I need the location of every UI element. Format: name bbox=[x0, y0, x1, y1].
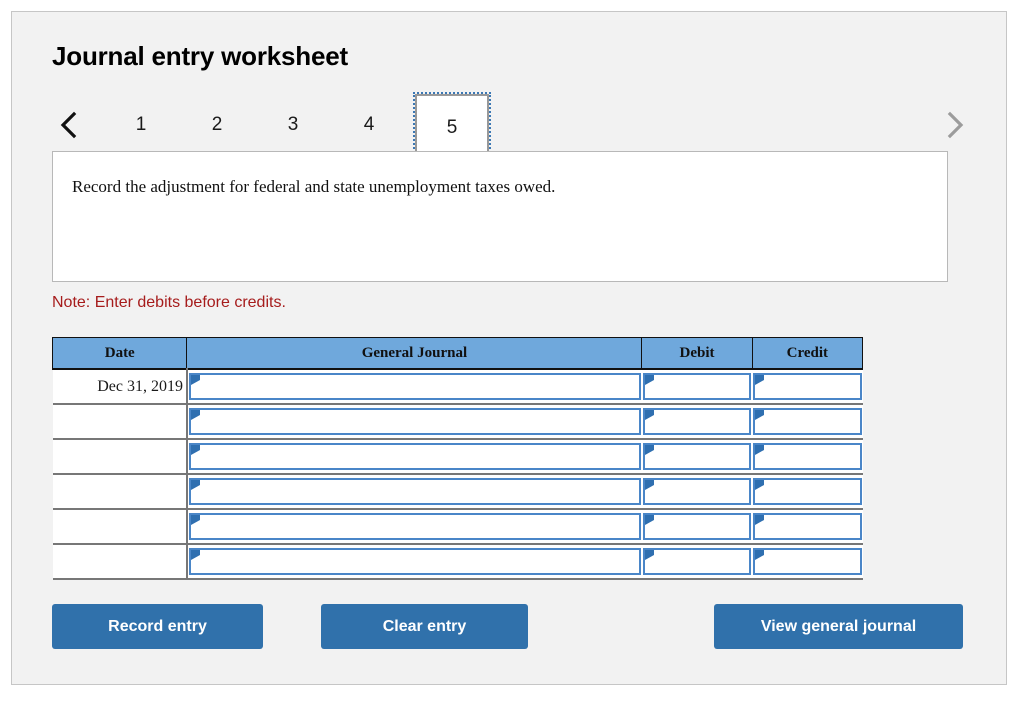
worksheet-tab-1[interactable]: 1 bbox=[115, 99, 167, 151]
account-cell-5[interactable] bbox=[186, 509, 642, 545]
debit-input-5[interactable] bbox=[642, 513, 752, 540]
debit-cell-1[interactable] bbox=[641, 368, 753, 405]
column-header-general-journal: General Journal bbox=[186, 337, 643, 370]
date-cell-2 bbox=[52, 404, 188, 440]
account-input-4[interactable] bbox=[188, 478, 641, 505]
instruction-box: Record the adjustment for federal and st… bbox=[52, 151, 948, 282]
chevron-left-icon bbox=[60, 111, 77, 139]
worksheet-tab-3-label: 3 bbox=[287, 114, 299, 135]
credit-cell-5[interactable] bbox=[752, 509, 863, 545]
view-general-journal-button[interactable]: View general journal bbox=[714, 604, 963, 649]
journal-entry-panel: Journal entry worksheet 1 2 3 4 5 Record… bbox=[11, 11, 1007, 685]
debit-input-1[interactable] bbox=[642, 373, 752, 400]
table-row bbox=[52, 544, 863, 580]
credit-input-5[interactable] bbox=[753, 513, 862, 540]
worksheet-tab-5-label: 5 bbox=[446, 117, 458, 138]
debit-cell-3[interactable] bbox=[641, 439, 753, 475]
account-cell-3[interactable] bbox=[186, 439, 642, 475]
clear-entry-button[interactable]: Clear entry bbox=[321, 604, 528, 649]
debit-input-6[interactable] bbox=[642, 548, 752, 575]
account-input-5[interactable] bbox=[188, 513, 641, 540]
debit-input-3[interactable] bbox=[642, 443, 752, 470]
credit-cell-4[interactable] bbox=[752, 474, 863, 510]
date-cell-4 bbox=[52, 474, 188, 510]
worksheet-tab-4[interactable]: 4 bbox=[343, 99, 395, 151]
table-row: Dec 31, 2019 bbox=[52, 368, 863, 405]
credit-input-4[interactable] bbox=[753, 478, 862, 505]
page-title: Journal entry worksheet bbox=[52, 41, 348, 71]
debit-cell-6[interactable] bbox=[641, 544, 753, 580]
screen: Journal entry worksheet 1 2 3 4 5 Record… bbox=[0, 0, 1020, 702]
column-header-date: Date bbox=[51, 337, 188, 370]
table-row bbox=[52, 474, 863, 510]
table-row bbox=[52, 404, 863, 440]
credit-input-6[interactable] bbox=[753, 548, 862, 575]
worksheet-tab-2[interactable]: 2 bbox=[191, 99, 243, 151]
account-cell-4[interactable] bbox=[186, 474, 642, 510]
debit-input-2[interactable] bbox=[642, 408, 752, 435]
credit-input-3[interactable] bbox=[753, 443, 862, 470]
account-input-6[interactable] bbox=[188, 548, 641, 575]
column-header-debit: Debit bbox=[641, 337, 753, 370]
account-cell-2[interactable] bbox=[186, 404, 642, 440]
credit-input-2[interactable] bbox=[753, 408, 862, 435]
instruction-text: Record the adjustment for federal and st… bbox=[72, 177, 556, 196]
prev-page-button[interactable] bbox=[52, 104, 86, 146]
date-cell-5 bbox=[52, 509, 188, 545]
date-cell-3 bbox=[52, 439, 188, 475]
journal-header-row: Date General Journal Debit Credit bbox=[51, 337, 864, 370]
table-row bbox=[52, 439, 863, 475]
table-row bbox=[52, 509, 863, 545]
journal-entry-table: Date General Journal Debit Credit Dec 31… bbox=[51, 337, 864, 580]
debit-cell-4[interactable] bbox=[641, 474, 753, 510]
account-input-2[interactable] bbox=[188, 408, 641, 435]
credit-cell-1[interactable] bbox=[752, 368, 863, 405]
date-cell-1: Dec 31, 2019 bbox=[52, 368, 188, 405]
credit-cell-3[interactable] bbox=[752, 439, 863, 475]
debit-cell-5[interactable] bbox=[641, 509, 753, 545]
date-cell-6 bbox=[52, 544, 188, 580]
next-page-button[interactable] bbox=[938, 104, 972, 146]
credit-cell-2[interactable] bbox=[752, 404, 863, 440]
credit-cell-6[interactable] bbox=[752, 544, 863, 580]
worksheet-tab-2-label: 2 bbox=[211, 114, 223, 135]
credit-input-1[interactable] bbox=[753, 373, 862, 400]
account-cell-1[interactable] bbox=[186, 368, 642, 405]
account-input-3[interactable] bbox=[188, 443, 641, 470]
column-header-credit: Credit bbox=[751, 337, 864, 370]
account-cell-6[interactable] bbox=[186, 544, 642, 580]
debit-input-4[interactable] bbox=[642, 478, 752, 505]
worksheet-pager: 1 2 3 4 5 bbox=[52, 92, 972, 164]
debit-cell-2[interactable] bbox=[641, 404, 753, 440]
worksheet-tab-3[interactable]: 3 bbox=[267, 99, 319, 151]
account-input-1[interactable] bbox=[188, 373, 641, 400]
chevron-right-icon bbox=[947, 111, 964, 139]
worksheet-tab-4-label: 4 bbox=[363, 114, 375, 135]
debits-before-credits-note: Note: Enter debits before credits. bbox=[52, 294, 286, 311]
record-entry-button[interactable]: Record entry bbox=[52, 604, 263, 649]
worksheet-tab-1-label: 1 bbox=[135, 114, 147, 135]
